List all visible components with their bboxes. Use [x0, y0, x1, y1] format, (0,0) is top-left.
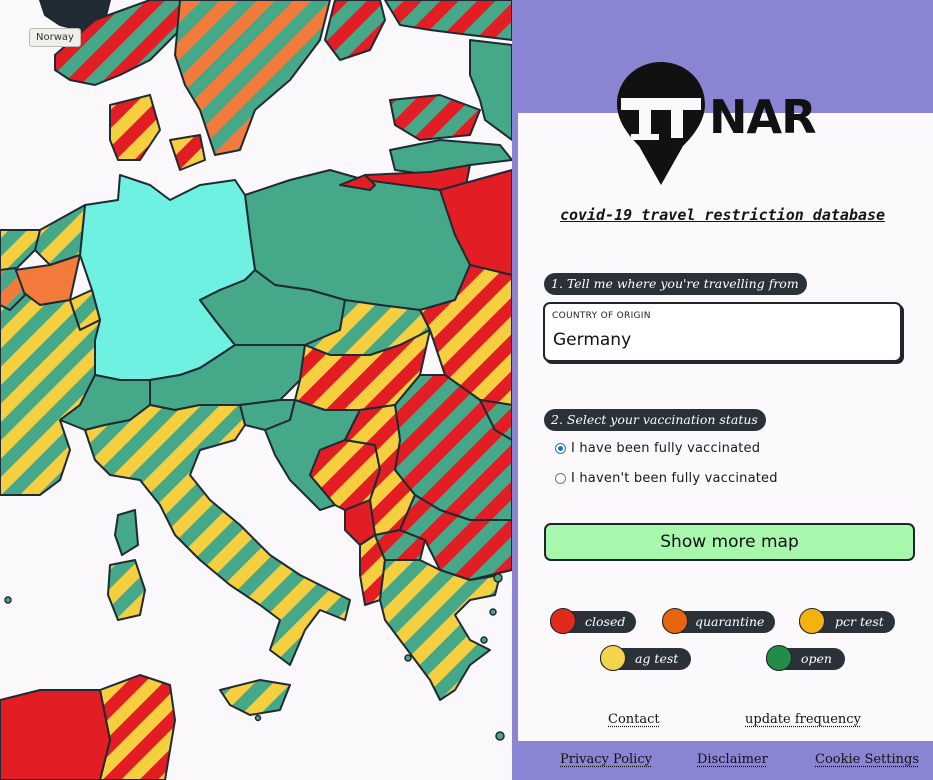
- legend-dot-closed: [550, 608, 576, 634]
- legend-dot-open: [766, 645, 792, 671]
- cookie-settings-link[interactable]: Cookie Settings: [815, 752, 919, 767]
- country-spain[interactable]: [99, 674, 176, 780]
- radio-button-checked[interactable]: [555, 443, 566, 454]
- legend-pcr-test: pcr test: [799, 608, 895, 634]
- radio-label-vaccinated: I have been fully vaccinated: [571, 441, 761, 456]
- legend-ag-test: ag test: [600, 645, 691, 671]
- legend-dot-ag-test: [600, 645, 626, 671]
- legend-label-pcr-test: pcr test: [835, 614, 884, 629]
- legend-quarantine: quarantine: [662, 608, 775, 634]
- legend-closed: closed: [550, 608, 636, 634]
- show-more-map-button[interactable]: Show more map: [544, 523, 915, 561]
- legend-label-quarantine: quarantine: [695, 614, 765, 629]
- privacy-policy-link[interactable]: Privacy Policy: [560, 752, 652, 767]
- map-tooltip: Norway: [29, 28, 81, 47]
- europe-map[interactable]: Norway: [0, 0, 512, 780]
- radio-not-vaccinated[interactable]: I haven't been fully vaccinated: [555, 471, 778, 486]
- legend-label-closed: closed: [585, 614, 626, 629]
- legend-dot-pcr-test: [799, 608, 825, 634]
- origin-label: COUNTRY OF ORIGIN: [552, 311, 651, 321]
- legend-label-ag-test: ag test: [635, 651, 679, 666]
- radio-button-unchecked[interactable]: [555, 473, 566, 484]
- legend-label-open: open: [801, 651, 832, 666]
- radio-fully-vaccinated[interactable]: I have been fully vaccinated: [555, 441, 760, 456]
- subtitle: covid-19 travel restriction database: [559, 206, 886, 224]
- legend-dot-quarantine: [662, 608, 688, 634]
- radio-label-not-vaccinated: I haven't been fully vaccinated: [571, 471, 778, 486]
- disclaimer-link[interactable]: Disclaimer: [697, 752, 768, 767]
- origin-value: Germany: [553, 330, 632, 350]
- country-portugal[interactable]: [0, 689, 111, 780]
- update-frequency-link[interactable]: update frequency: [745, 712, 861, 727]
- country-of-origin-select[interactable]: COUNTRY OF ORIGIN Germany: [543, 302, 902, 362]
- step1-label: 1. Tell me where you're travelling from: [544, 273, 807, 295]
- contact-link[interactable]: Contact: [608, 712, 660, 727]
- map-svg[interactable]: [0, 0, 512, 780]
- tinar-logo: NAR: [617, 62, 817, 185]
- step2-label: 2. Select your vaccination status: [544, 409, 766, 431]
- logo-text: NAR: [709, 90, 816, 144]
- legend-open: open: [766, 645, 845, 671]
